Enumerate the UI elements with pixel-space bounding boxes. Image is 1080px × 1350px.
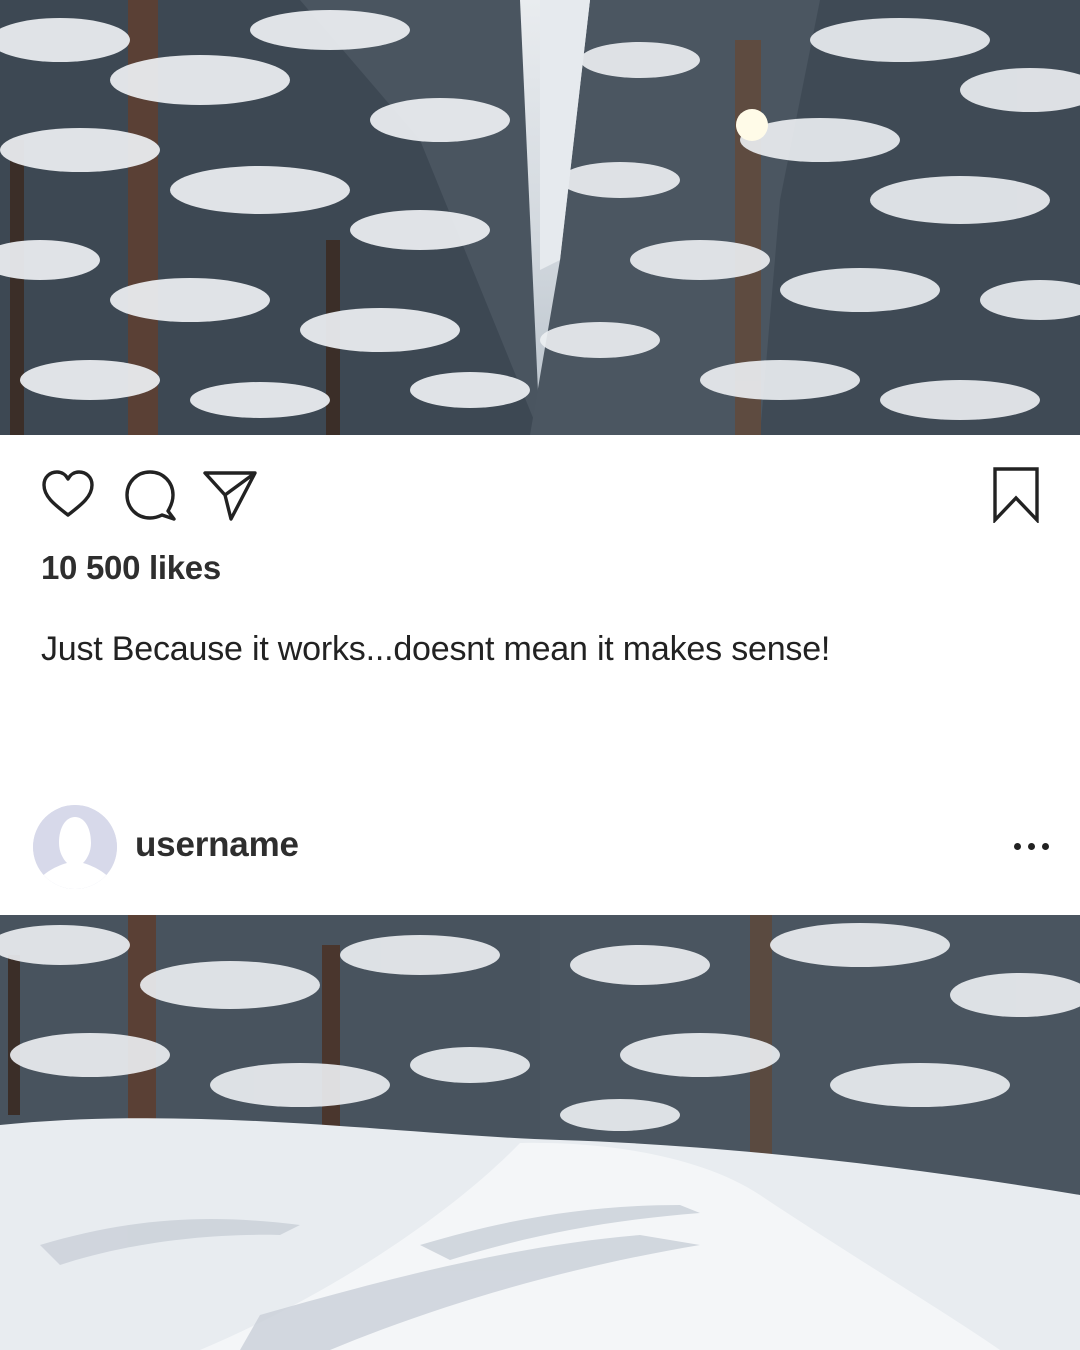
forest-illustration-top xyxy=(0,0,1080,435)
post-author-row: username xyxy=(33,805,1050,891)
bookmark-icon[interactable] xyxy=(992,467,1040,523)
likes-count[interactable]: 10 500 likes xyxy=(41,549,221,587)
more-dot xyxy=(1028,843,1035,850)
post-photo-bottom xyxy=(0,915,1080,1350)
paper-plane-icon[interactable] xyxy=(202,467,258,523)
default-avatar-icon[interactable] xyxy=(33,805,117,889)
heart-icon[interactable] xyxy=(40,467,96,523)
post-caption: Just Because it works...doesnt mean it m… xyxy=(41,630,831,668)
more-dot xyxy=(1014,843,1021,850)
post-action-bar xyxy=(40,467,1040,527)
more-dot xyxy=(1042,843,1049,850)
post-photo-top xyxy=(0,0,1080,435)
more-options-icon[interactable] xyxy=(1014,835,1050,859)
username-label[interactable]: username xyxy=(135,825,299,865)
comment-bubble-icon[interactable] xyxy=(122,467,178,523)
forest-illustration-bottom xyxy=(0,915,1080,1350)
post-card: 10 500 likes Just Because it works...doe… xyxy=(0,435,1080,915)
